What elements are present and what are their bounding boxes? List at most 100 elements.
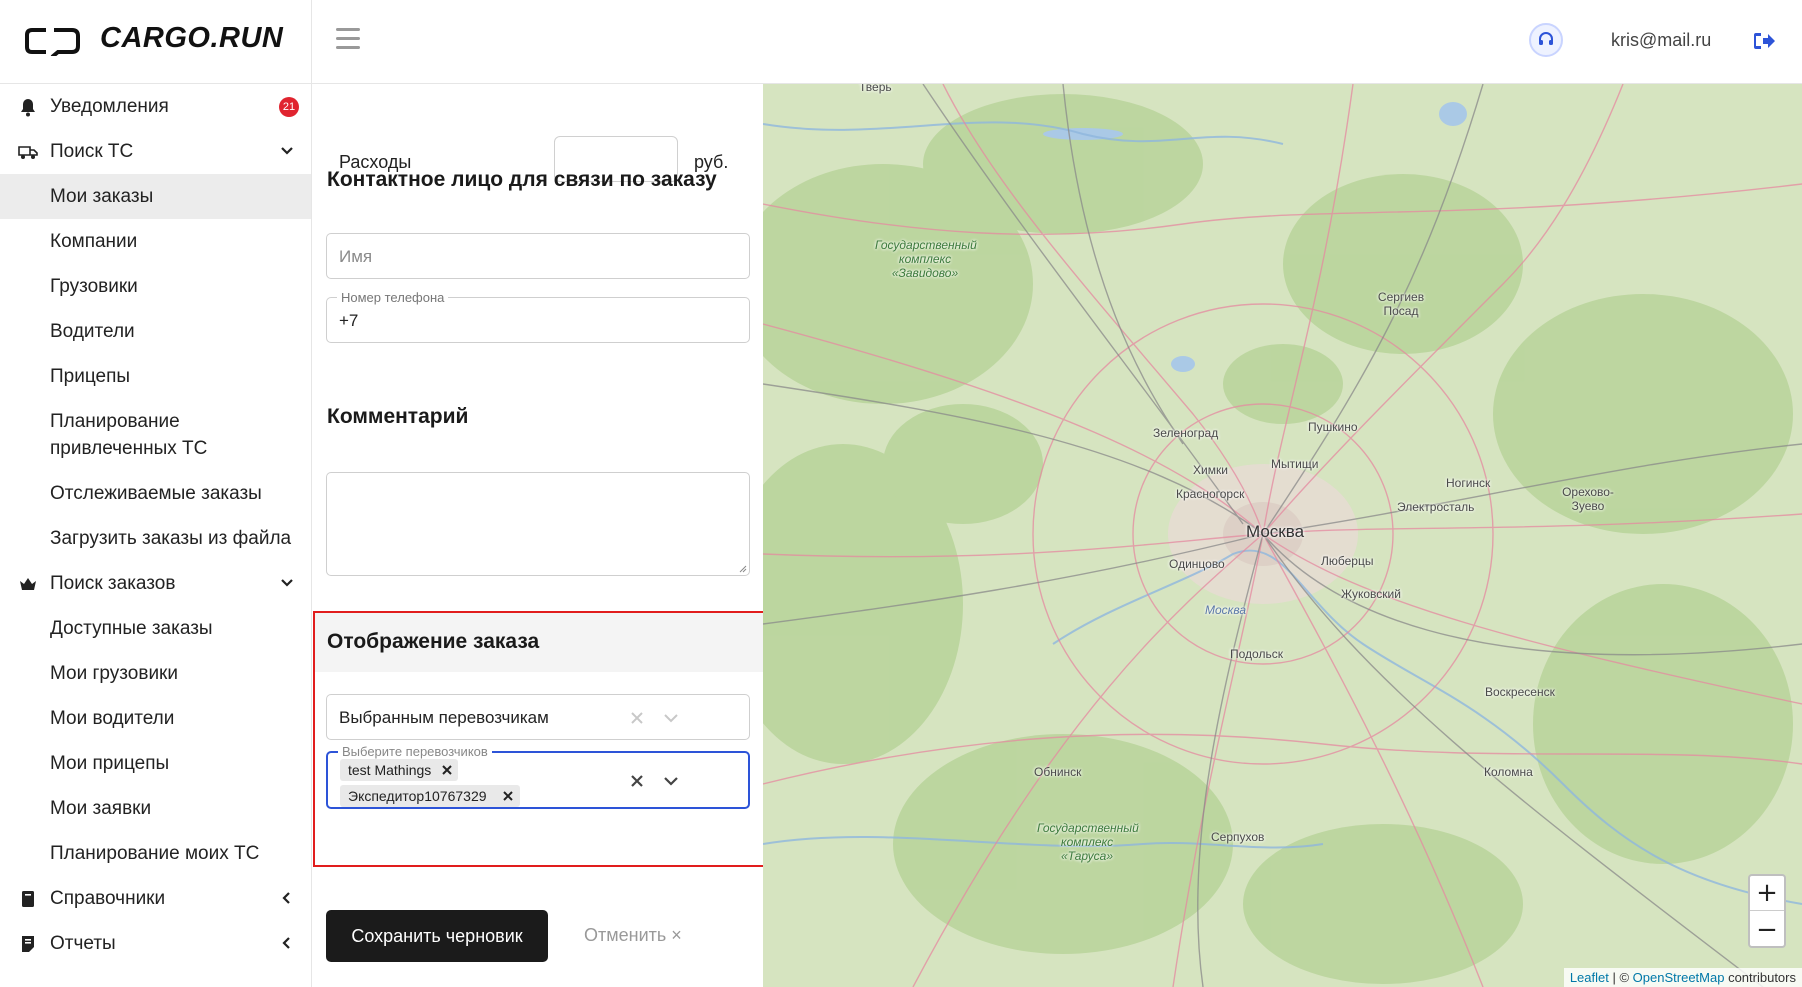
- sidebar-item-companies[interactable]: Компании: [0, 219, 311, 264]
- sidebar-item-planning-my[interactable]: Планирование моих ТС: [0, 831, 311, 876]
- map-label-pushkino: Пушкино: [1308, 420, 1358, 434]
- sidebar-item-label: Мои грузовики: [50, 662, 178, 684]
- remove-chip-icon[interactable]: [442, 765, 452, 775]
- map-label-lyubertsy: Люберцы: [1321, 554, 1374, 568]
- clear-icon[interactable]: [629, 773, 645, 789]
- phone-input[interactable]: Номер телефона +7: [326, 290, 750, 343]
- contact-section-title: Контактное лицо для связи по заказу: [327, 168, 717, 191]
- display-mode-select[interactable]: Выбранным перевозчикам: [326, 694, 750, 740]
- carriers-label: Выберите перевозчиков: [338, 744, 492, 759]
- map-label-mytishchi: Мытищи: [1271, 457, 1319, 471]
- sidebar-item-available-orders[interactable]: Доступные заказы: [0, 606, 311, 651]
- chevron-down-icon[interactable]: [662, 772, 680, 790]
- resize-handle-icon[interactable]: [737, 563, 747, 573]
- sidebar-item-label: Водители: [50, 320, 135, 342]
- sidebar-item-label: Планирование моих ТС: [50, 842, 260, 864]
- logout-icon[interactable]: [1754, 30, 1776, 52]
- report-icon: [22, 936, 34, 952]
- sidebar-item-reports[interactable]: Отчеты: [0, 921, 311, 966]
- map-label-moscow: Москва: [1246, 522, 1305, 541]
- crown-icon: [20, 578, 36, 590]
- carrier-chip-label: test Mathings: [348, 762, 432, 778]
- display-mode-value: Выбранным перевозчикам: [339, 708, 549, 727]
- expenses-row: Расходы руб.: [313, 84, 763, 228]
- sidebar-item-tracked-orders[interactable]: Отслеживаемые заказы: [0, 471, 311, 516]
- carriers-multiselect[interactable]: Выберите перевозчиков test Mathings Эксп…: [326, 744, 750, 809]
- sidebar-item-label: Загрузить заказы из файла: [50, 527, 292, 549]
- leaflet-link[interactable]: Leaflet: [1570, 970, 1609, 985]
- map-label-elektrostal: Электросталь: [1397, 500, 1475, 514]
- sidebar-item-label: Компании: [50, 230, 138, 252]
- chevron-down-icon[interactable]: [662, 709, 680, 727]
- sidebar-item-label: Поиск заказов: [50, 572, 176, 594]
- user-email[interactable]: kris@mail.ru: [1611, 30, 1711, 51]
- map-label-noginsk: Ногинск: [1446, 476, 1491, 490]
- map-label-obninsk: Обнинск: [1034, 765, 1082, 779]
- sidebar-item-label: Уведомления: [50, 95, 169, 117]
- zoom-in-button[interactable]: +: [1750, 876, 1784, 911]
- carrier-chip-label: Экспедитор10767329: [348, 788, 487, 804]
- map-label-sergiev-posad: Сергиев Посад: [1377, 290, 1425, 318]
- cargo-logo-icon: [25, 28, 80, 56]
- sidebar-item-planning-hired[interactable]: Планирование привлеченных ТС: [0, 399, 311, 471]
- sidebar-item-label: Поиск ТС: [50, 140, 134, 162]
- map-label-zavidovo: Государственный комплекс «Завидово»: [875, 238, 977, 280]
- save-draft-button[interactable]: Сохранить черновик: [326, 910, 548, 962]
- attribution-contributors: contributors: [1724, 970, 1796, 985]
- truck-icon: [18, 146, 38, 159]
- sidebar-item-label: Мои водители: [50, 707, 175, 729]
- chevron-left-icon: [282, 937, 290, 949]
- support-icon[interactable]: [1529, 23, 1563, 57]
- order-display-header: Отображение заказа: [315, 613, 763, 672]
- sidebar-item-label: Отчеты: [50, 932, 116, 954]
- map-label-podolsk: Подольск: [1230, 647, 1283, 661]
- sidebar-item-notifications[interactable]: Уведомления 21: [0, 84, 311, 129]
- book-icon: [22, 891, 34, 907]
- chevron-down-icon: [281, 147, 293, 155]
- sidebar-item-trailers[interactable]: Прицепы: [0, 354, 311, 399]
- sidebar-item-label: Мои прицепы: [50, 752, 170, 774]
- sidebar-item-search-vehicles[interactable]: Поиск ТС: [0, 129, 311, 174]
- phone-label: Номер телефона: [337, 290, 449, 305]
- order-display-section: Отображение заказа Выбранным перевозчика…: [313, 611, 765, 867]
- remove-chip-icon[interactable]: [503, 791, 513, 801]
- carrier-chip: test Mathings: [340, 759, 458, 781]
- logo-text: CARGO.RUN: [100, 22, 284, 54]
- map-label-khimki: Химки: [1193, 463, 1228, 477]
- sidebar-item-my-orders[interactable]: Мои заказы: [0, 174, 311, 219]
- sidebar-item-drivers[interactable]: Водители: [0, 309, 311, 354]
- sidebar-item-label: Прицепы: [50, 365, 131, 387]
- sidebar-item-my-trailers[interactable]: Мои прицепы: [0, 741, 311, 786]
- attribution-separator: | ©: [1608, 970, 1633, 985]
- cancel-button[interactable]: Отменить ×: [584, 925, 682, 946]
- sidebar-item-upload-orders[interactable]: Загрузить заказы из файла: [0, 516, 311, 561]
- contact-name-placeholder: Имя: [339, 247, 373, 266]
- clear-icon[interactable]: [629, 710, 645, 726]
- map-attribution: Leaflet | © OpenStreetMap contributors: [1563, 968, 1802, 987]
- contact-name-input[interactable]: Имя: [326, 233, 750, 279]
- sidebar-item-my-trucks[interactable]: Мои грузовики: [0, 651, 311, 696]
- map-label-tver: Тверь: [859, 84, 892, 94]
- sidebar-item-my-drivers[interactable]: Мои водители: [0, 696, 311, 741]
- menu-icon[interactable]: [336, 28, 360, 50]
- sidebar-item-label: Отслеживаемые заказы: [50, 482, 262, 504]
- comment-card: [313, 444, 763, 611]
- sidebar-item-label: Доступные заказы: [50, 617, 213, 639]
- chevron-left-icon: [282, 892, 290, 904]
- logo[interactable]: CARGO.RUN: [0, 0, 312, 84]
- zoom-out-button[interactable]: −: [1750, 912, 1784, 947]
- sidebar-item-my-requests[interactable]: Мои заявки: [0, 786, 311, 831]
- top-header: CARGO.RUN kris@mail.ru: [0, 0, 1802, 84]
- map-label-tarusa: Государственный комплекс «Таруса»: [1037, 821, 1139, 863]
- comment-textarea[interactable]: [326, 472, 750, 576]
- comment-section-title: Комментарий: [327, 405, 469, 428]
- map-label-orekhovo-zuevo: Орехово-Зуево: [1562, 485, 1614, 513]
- map[interactable]: Тверь Государственный комплекс «Завидово…: [763, 84, 1802, 987]
- sidebar: Уведомления 21 Поиск ТС Мои заказы Компа…: [0, 84, 312, 987]
- sidebar-item-trucks[interactable]: Грузовики: [0, 264, 311, 309]
- sidebar-item-search-orders[interactable]: Поиск заказов: [0, 561, 311, 606]
- map-label-zhukovsky: Жуковский: [1341, 587, 1401, 601]
- sidebar-item-label: Справочники: [50, 887, 166, 909]
- osm-link[interactable]: OpenStreetMap: [1633, 970, 1725, 985]
- sidebar-item-references[interactable]: Справочники: [0, 876, 311, 921]
